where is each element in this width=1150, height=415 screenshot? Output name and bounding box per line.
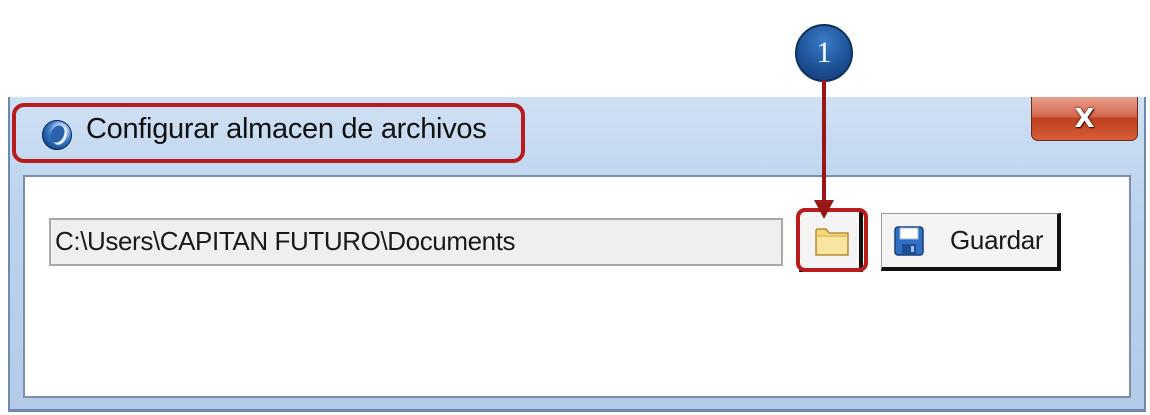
save-button[interactable]: Guardar xyxy=(881,213,1061,271)
callout-arrow xyxy=(814,80,834,219)
dialog-content: C:\Users\CAPITAN FUTURO\Documents Guarda… xyxy=(23,175,1131,398)
title-highlight-annotation xyxy=(12,103,525,163)
floppy-disk-icon xyxy=(894,226,924,256)
dialog-window: Configurar almacen de archivos X C:\User… xyxy=(8,97,1146,412)
save-label: Guardar xyxy=(950,225,1044,255)
step-number-badge: 1 xyxy=(795,24,853,82)
close-button[interactable]: X xyxy=(1031,97,1138,141)
title-bar[interactable]: Configurar almacen de archivos X xyxy=(10,97,1144,175)
close-icon: X xyxy=(1074,103,1095,134)
folder-path-field[interactable]: C:\Users\CAPITAN FUTURO\Documents xyxy=(49,218,783,266)
